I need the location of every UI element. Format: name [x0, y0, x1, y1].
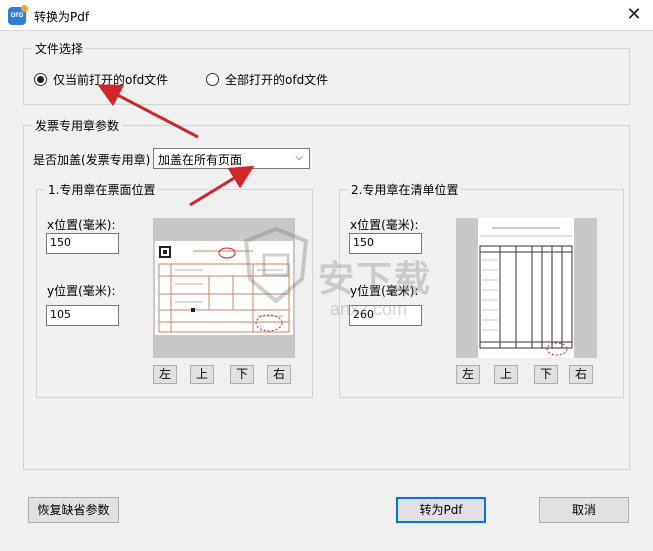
list-down-button[interactable]: 下 [534, 365, 558, 384]
invoice-up-button[interactable]: 上 [190, 365, 214, 384]
invoice-right-button[interactable]: 右 [267, 365, 291, 384]
close-icon[interactable]: ✕ [621, 2, 647, 28]
list-preview [456, 218, 597, 358]
apply-stamp-select[interactable]: 加盖在所有页面 ⌵ [153, 148, 310, 169]
apply-stamp-label: 是否加盖(发票专用章) [33, 153, 151, 167]
list-position-group: 2.专用章在清单位置 x位置(毫米): 150 y位置(毫米): 260 左 上… [339, 181, 624, 398]
invoice-position-legend: 1.专用章在票面位置 [45, 181, 159, 198]
title-bar: OFD 转换为Pdf ✕ [0, 0, 653, 31]
file-select-legend: 文件选择 [32, 40, 87, 57]
cancel-button[interactable]: 取消 [539, 497, 629, 523]
file-select-group: 文件选择 仅当前打开的ofd文件 全部打开的ofd文件 [23, 40, 630, 105]
convert-to-pdf-button[interactable]: 转为Pdf [396, 497, 486, 523]
invoice-left-button[interactable]: 左 [153, 365, 177, 384]
list-y-input[interactable]: 260 [349, 305, 422, 326]
list-preview-graphic [478, 218, 574, 358]
list-x-label: x位置(毫米): [350, 218, 419, 232]
list-position-legend: 2.专用章在清单位置 [348, 181, 462, 198]
list-left-button[interactable]: 左 [456, 365, 480, 384]
invoice-position-group: 1.专用章在票面位置 x位置(毫米): 150 y位置(毫米): 105 左 上… [36, 181, 313, 398]
list-y-label: y位置(毫米): [350, 284, 419, 298]
invoice-x-label: x位置(毫米): [47, 218, 116, 232]
radio-all-files-label: 全部打开的ofd文件 [225, 73, 329, 87]
ofd-app-icon: OFD [8, 5, 28, 25]
invoice-y-input[interactable]: 105 [46, 305, 119, 326]
invoice-x-input[interactable]: 150 [46, 233, 119, 254]
apply-stamp-select-value: 加盖在所有页面 [158, 153, 243, 167]
invoice-preview-graphic [155, 241, 293, 335]
invoice-down-button[interactable]: 下 [230, 365, 254, 384]
radio-selected-indicator[interactable] [34, 73, 47, 86]
stamp-params-legend: 发票专用章参数 [32, 117, 123, 134]
list-up-button[interactable]: 上 [494, 365, 518, 384]
invoice-y-label: y位置(毫米): [47, 284, 116, 298]
restore-defaults-button[interactable]: 恢复缺省参数 [28, 497, 119, 523]
radio-current-file-label: 仅当前打开的ofd文件 [53, 73, 169, 87]
list-right-button[interactable]: 右 [569, 365, 593, 384]
radio-all-files[interactable]: 全部打开的ofd文件 [206, 71, 328, 88]
radio-unselected-indicator[interactable] [206, 73, 219, 86]
stamp-params-group: 发票专用章参数 是否加盖(发票专用章) 加盖在所有页面 ⌵ 1.专用章在票面位置… [23, 117, 630, 470]
radio-current-file[interactable]: 仅当前打开的ofd文件 [34, 71, 168, 88]
window-title: 转换为Pdf [34, 10, 90, 24]
invoice-preview [153, 218, 295, 358]
list-x-input[interactable]: 150 [349, 233, 422, 254]
chevron-down-icon: ⌵ [295, 152, 303, 163]
